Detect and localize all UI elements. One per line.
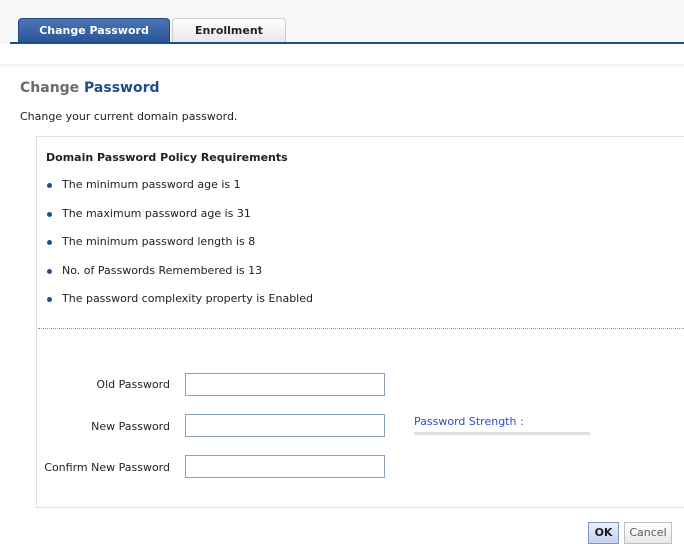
policy-item: No. of Passwords Remembered is 13 — [42, 264, 313, 293]
confirm-password-label: Confirm New Password — [44, 461, 170, 474]
password-strength-label: Password Strength : — [414, 415, 524, 428]
policy-item-text: The minimum password age is 1 — [62, 178, 241, 191]
page-title-part1: Change — [20, 80, 80, 96]
password-strength-meter — [414, 432, 590, 435]
header-separator — [0, 64, 684, 68]
tab-change-password[interactable]: Change Password — [18, 18, 170, 42]
policy-item-text: The password complexity property is Enab… — [62, 292, 313, 305]
cancel-button[interactable]: Cancel — [624, 522, 672, 544]
policy-item: The minimum password age is 1 — [42, 178, 313, 207]
section-divider — [38, 328, 684, 329]
old-password-label: Old Password — [96, 378, 170, 391]
tab-enrollment[interactable]: Enrollment — [172, 18, 286, 42]
confirm-password-input[interactable] — [185, 455, 385, 478]
page-title-part2: Password — [84, 80, 160, 96]
policy-item: The minimum password length is 8 — [42, 235, 313, 264]
ok-button[interactable]: OK — [588, 522, 619, 544]
bullet-icon — [47, 268, 52, 274]
policy-item-text: No. of Passwords Remembered is 13 — [62, 263, 263, 277]
policy-item-text: The maximum password age is 31 — [62, 206, 251, 220]
new-password-label: New Password — [91, 420, 170, 433]
new-password-input[interactable] — [185, 414, 385, 437]
policy-heading: Domain Password Policy Requirements — [46, 151, 288, 164]
bullet-icon — [47, 211, 52, 217]
page-description: Change your current domain password. — [20, 110, 238, 123]
bullet-icon — [47, 240, 52, 245]
tab-underline — [10, 42, 684, 44]
policy-list: The minimum password age is 1 The maximu… — [42, 178, 313, 321]
policy-item: The password complexity property is Enab… — [42, 292, 313, 321]
bullet-icon — [47, 297, 52, 302]
policy-item: The maximum password age is 31 — [42, 207, 313, 236]
old-password-input[interactable] — [185, 373, 385, 396]
bullet-icon — [47, 183, 52, 188]
page-title: Change Password — [20, 80, 160, 96]
policy-item-text: The minimum password length is 8 — [62, 235, 256, 248]
